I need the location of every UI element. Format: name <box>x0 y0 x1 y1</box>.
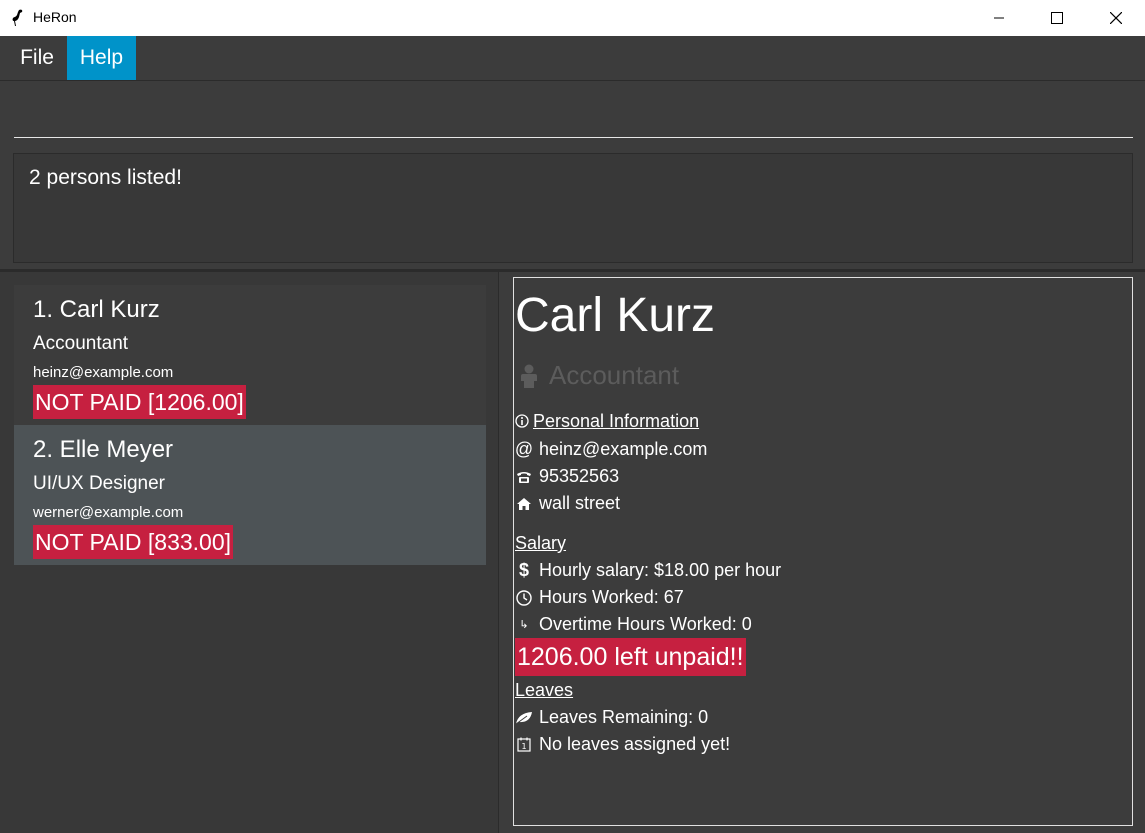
person-name: 1. Carl Kurz <box>33 296 160 323</box>
overtime-row: ↳ Overtime Hours Worked: 0 <box>515 614 752 635</box>
detail-overtime: Overtime Hours Worked: 0 <box>539 614 752 634</box>
hours-worked-row: Hours Worked: 67 <box>515 587 684 608</box>
hourly-salary-row: $ Hourly salary: $18.00 per hour <box>515 560 781 581</box>
home-icon <box>515 495 533 513</box>
person-icon <box>521 364 537 388</box>
detail-phone: 95352563 <box>539 466 620 486</box>
detail-leaves-remaining: Leaves Remaining: 0 <box>539 707 709 727</box>
result-message: 2 persons listed! <box>29 166 182 189</box>
minimize-icon <box>994 17 1004 19</box>
minimize-button[interactable] <box>970 0 1028 36</box>
person-email: werner@example.com <box>33 504 184 521</box>
phone-row: 95352563 <box>515 466 619 487</box>
result-display[interactable]: 2 persons listed! <box>13 153 1133 263</box>
leaf-icon <box>515 709 533 727</box>
close-button[interactable] <box>1087 0 1145 36</box>
menu-file[interactable]: File <box>12 36 62 80</box>
maximize-button[interactable] <box>1028 0 1086 36</box>
title-bar: HeRon <box>0 0 1145 36</box>
personal-info-heading: Personal Information <box>515 411 699 432</box>
detail-hours-worked: Hours Worked: 67 <box>539 587 684 607</box>
svg-text:1: 1 <box>521 742 526 751</box>
person-email: heinz@example.com <box>33 364 174 381</box>
leaves-assigned-row: 1 No leaves assigned yet! <box>515 734 730 755</box>
detail-hourly-salary: Hourly salary: $18.00 per hour <box>539 560 782 580</box>
email-row: @ heinz@example.com <box>514 439 708 460</box>
pay-status-badge: NOT PAID [833.00] <box>33 525 234 559</box>
calendar-icon: 1 <box>515 736 533 754</box>
person-list[interactable]: 1. Carl Kurz Accountant heinz@example.co… <box>0 272 499 833</box>
close-icon <box>1110 12 1122 24</box>
detail-email: heinz@example.com <box>539 439 708 459</box>
unpaid-banner: 1206.00 left unpaid!! <box>515 638 746 676</box>
person-card[interactable]: 1. Carl Kurz Accountant heinz@example.co… <box>14 285 486 425</box>
info-icon <box>515 414 529 428</box>
dollar-icon: $ <box>518 560 529 580</box>
detail-role: Accountant <box>549 360 680 390</box>
detail-leaves-assigned: No leaves assigned yet! <box>539 734 731 754</box>
heron-app-icon <box>12 9 23 26</box>
person-detail-panel: Carl Kurz Accountant Personal Informatio… <box>513 277 1133 826</box>
person-card[interactable]: 2. Elle Meyer UI/UX Designer werner@exam… <box>14 425 486 565</box>
detail-address: wall street <box>539 493 621 513</box>
clock-icon <box>515 589 533 607</box>
detail-role-row: Accountant <box>519 360 679 391</box>
command-input[interactable] <box>14 81 1133 138</box>
leaves-heading: Leaves <box>515 680 574 700</box>
salary-heading: Salary <box>515 533 567 553</box>
at-icon: @ <box>514 439 534 459</box>
menu-help[interactable]: Help <box>67 36 136 80</box>
address-row: wall street <box>515 493 620 514</box>
leaves-remaining-row: Leaves Remaining: 0 <box>515 707 708 728</box>
overtime-arrow-icon: ↳ <box>519 619 529 631</box>
person-role: UI/UX Designer <box>33 473 165 494</box>
maximize-icon <box>1051 12 1063 24</box>
person-name: 2. Elle Meyer <box>33 436 174 463</box>
menu-bar: File Help <box>0 36 1145 80</box>
personal-info-heading-label: Personal Information <box>533 411 700 431</box>
pay-status-badge: NOT PAID [1206.00] <box>33 385 246 419</box>
person-role: Accountant <box>33 333 129 354</box>
phone-icon <box>515 468 533 486</box>
window-title: HeRon <box>33 9 77 25</box>
detail-name: Carl Kurz <box>515 289 716 342</box>
command-box <box>0 80 1145 147</box>
